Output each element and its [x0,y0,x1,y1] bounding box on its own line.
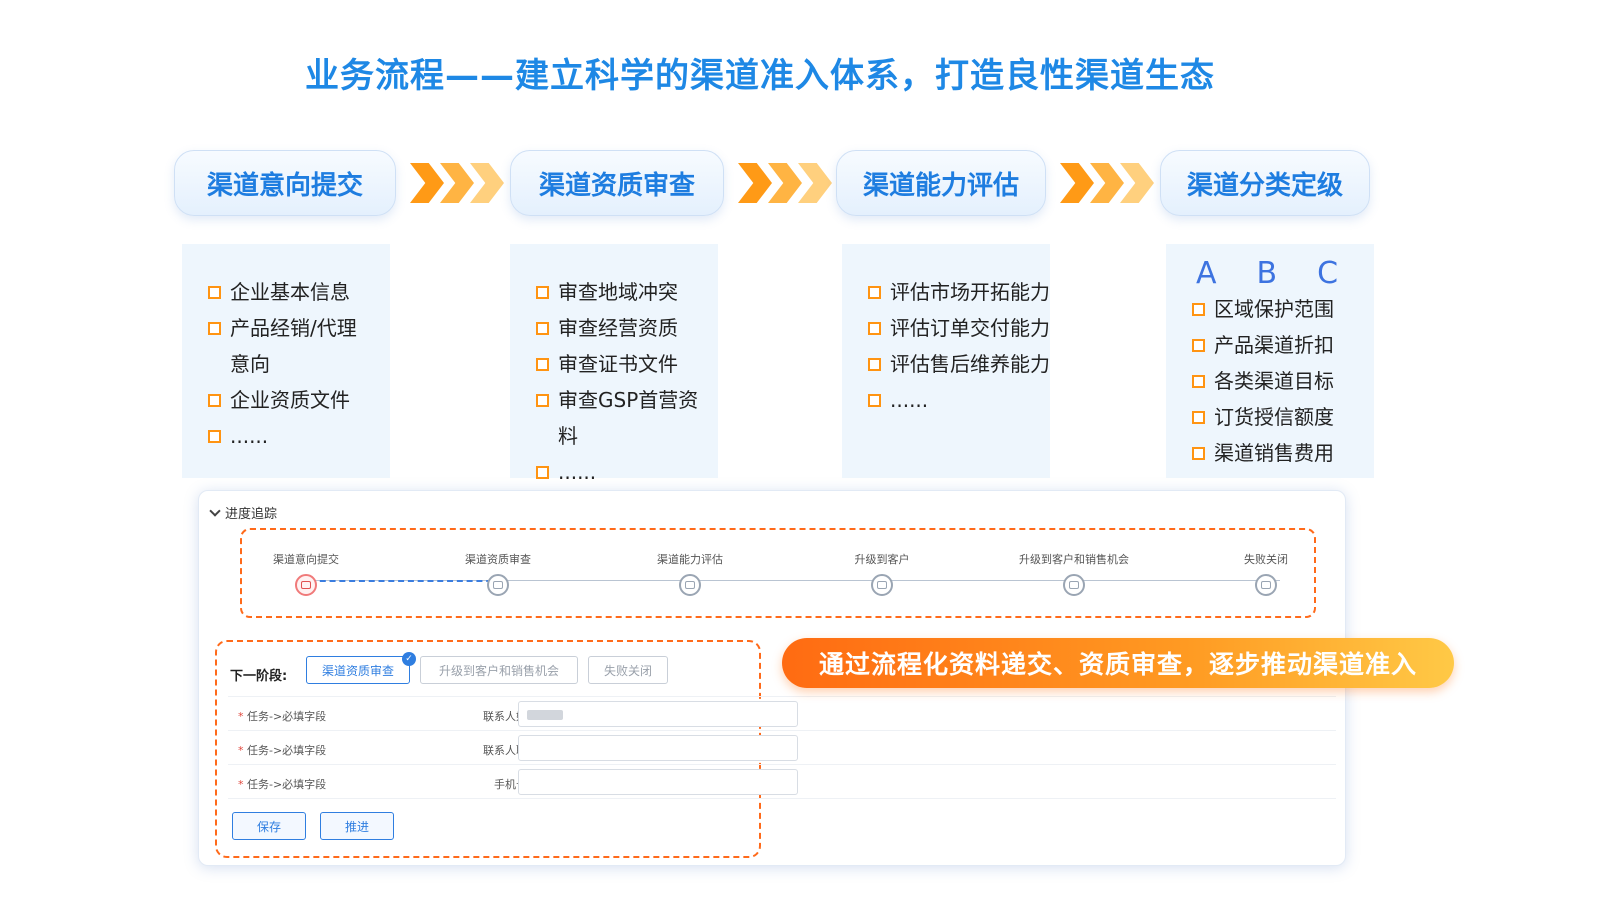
list-item: 订货授信额度 [1192,399,1374,435]
list-item: ...... [208,418,390,454]
list-item: 意向 [230,352,270,376]
progress-step-intent[interactable]: 渠道意向提交 [226,551,386,596]
list-item: 各类渠道目标 [1192,363,1374,399]
checkbox-square-icon [1192,447,1205,460]
grade-c: C [1317,256,1339,291]
advance-button[interactable]: 推进 [320,812,394,840]
chevron-arrows-icon [738,163,832,203]
checkbox-square-icon [868,322,881,335]
list-item: 渠道销售费用 [1192,435,1374,471]
list-item: 评估市场开拓能力 [868,274,1050,310]
list-item: 审查地域冲突 [536,274,718,310]
progress-step-customer-opportunity[interactable]: 升级到客户和销售机会 [994,551,1154,596]
blurred-value [527,710,563,720]
list-item: ...... [868,382,1050,418]
checkbox-square-icon [536,358,549,371]
divider [228,798,1336,799]
list-item: 区域保护范围 [1192,291,1374,327]
divider [228,730,1336,731]
list-item: 审查证书文件 [536,346,718,382]
checkbox-square-icon [868,394,881,407]
stage-card-capability: 评估市场开拓能力 评估订单交付能力 评估售后维养能力 ...... [842,244,1050,478]
phone-input[interactable] [518,769,798,795]
progress-step-capability[interactable]: 渠道能力评估 [610,551,770,596]
stage-pill-intent: 渠道意向提交 [174,150,396,216]
save-button[interactable]: 保存 [232,812,306,840]
stage-card-classification: A B C 区域保护范围 产品渠道折扣 各类渠道目标 订货授信额度 渠道销售费用 [1166,244,1374,478]
form-row-phone: * 任务->必填字段 手机号码 [238,768,798,802]
grade-a: A [1196,256,1217,291]
grade-labels: A B C [1166,244,1374,291]
step-node-icon [1255,574,1277,596]
checkbox-square-icon [1192,411,1205,424]
stage-pill-qualification: 渠道资质审查 [510,150,724,216]
stage-card-qualification: 审查地域冲突 审查经营资质 审查证书文件 审查GSP首营资料 ...... [510,244,718,484]
next-option-customer-opportunity[interactable]: 升级到客户和销售机会 [420,656,578,684]
contact-name-input[interactable] [518,701,798,727]
list-item: 评估订单交付能力 [868,310,1050,346]
checkbox-square-icon [208,322,221,335]
form-row-contact-title: * 任务->必填字段 联系人职务 [238,734,798,768]
checkbox-square-icon [536,466,549,479]
step-node-icon [871,574,893,596]
next-stage-label: 下一阶段: [230,669,288,684]
checkbox-square-icon [536,394,549,407]
stage-pill-classification: 渠道分类定级 [1160,150,1370,216]
checkbox-square-icon [208,430,221,443]
check-icon: ✓ [402,652,416,666]
form-row-contact-name: * 任务->必填字段 联系人姓名 [238,700,798,734]
list-item: 审查GSP首营资料 [536,382,718,454]
checkbox-square-icon [536,322,549,335]
list-item: 产品经销/代理 [208,310,390,346]
stage-card-intent: 企业基本信息 产品经销/代理 意向 企业资质文件 ...... [182,244,390,478]
progress-step-closed[interactable]: 失败关闭 [1186,551,1346,596]
checkbox-square-icon [208,286,221,299]
chevron-arrows-icon [410,163,504,203]
list-item: 评估售后维养能力 [868,346,1050,382]
contact-title-input[interactable] [518,735,798,761]
section-toggle[interactable]: 进度追踪 [209,503,278,522]
grade-b: B [1256,256,1278,291]
progress-step-qualification[interactable]: 渠道资质审查 [418,551,578,596]
list-item: 企业资质文件 [208,382,390,418]
section-title: 进度追踪 [225,507,278,522]
divider [228,764,1336,765]
chevron-down-icon[interactable] [209,504,221,517]
stage-pill-capability: 渠道能力评估 [836,150,1046,216]
next-option-closed[interactable]: 失败关闭 [588,656,668,684]
step-node-icon [295,574,317,596]
chevron-arrows-icon [1060,163,1154,203]
checkbox-square-icon [1192,375,1205,388]
next-option-qualification[interactable]: 渠道资质审查 [306,656,410,684]
step-node-icon [487,574,509,596]
checkbox-square-icon [868,358,881,371]
checkbox-square-icon [868,286,881,299]
step-node-icon [679,574,701,596]
progress-step-customer[interactable]: 升级到客户 [802,551,962,596]
list-item: ...... [536,454,718,490]
list-item: 产品渠道折扣 [1192,327,1374,363]
checkbox-square-icon [1192,339,1205,352]
page-title: 业务流程——建立科学的渠道准入体系，打造良性渠道生态 [305,56,1215,96]
step-node-icon [1063,574,1085,596]
list-item: 企业基本信息 [208,274,390,310]
callout-banner: 通过流程化资料递交、资质审查，逐步推动渠道准入 [782,638,1454,688]
checkbox-square-icon [536,286,549,299]
checkbox-square-icon [208,394,221,407]
divider [228,696,1336,697]
list-item: 审查经营资质 [536,310,718,346]
checkbox-square-icon [1192,303,1205,316]
highlight-progress [240,528,1316,618]
